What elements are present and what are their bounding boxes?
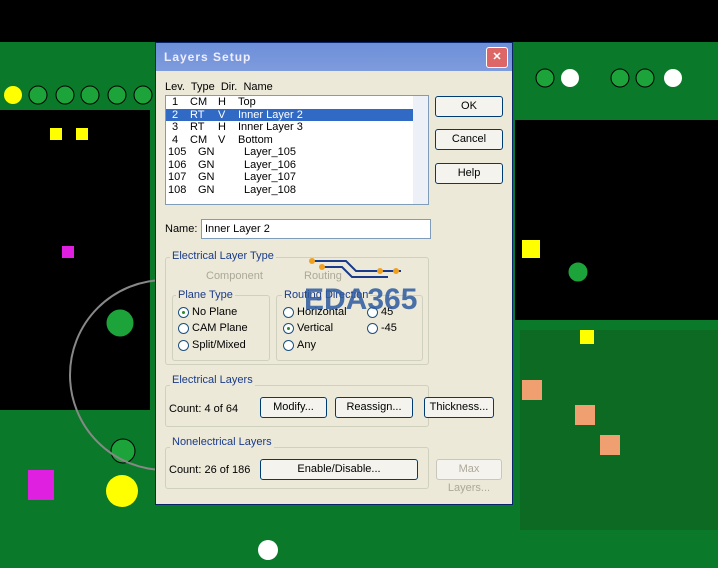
layer-row[interactable]: 108 GN Layer_108 (166, 184, 428, 197)
layer-lev: 108 (168, 183, 187, 196)
layer-name: Bottom (238, 133, 273, 146)
layer-type: GN (198, 146, 215, 158)
layer-name: Layer_105 (244, 146, 296, 158)
name-label: Name: (165, 223, 198, 235)
layer-name: Top (238, 96, 256, 108)
enable-disable-button[interactable]: Enable/Disable... (260, 459, 418, 480)
layer-row[interactable]: 3 RT H Inner Layer 3 (166, 121, 428, 134)
layer-name: Layer_106 (244, 158, 296, 171)
ok-button[interactable]: OK (435, 96, 503, 117)
layer-type: GN (198, 183, 215, 196)
nonelectrical-layers-label: Nonelectrical Layers (170, 436, 274, 448)
layer-lev: 105 (168, 146, 187, 158)
layer-row[interactable]: 4 CM V Bottom (166, 134, 428, 147)
layer-type: CM (190, 133, 208, 146)
minus-45-radio[interactable]: -45 (367, 322, 397, 334)
component-option: Component (206, 270, 263, 282)
layer-type: GN (198, 171, 215, 183)
layer-name: Layer_107 (244, 171, 296, 183)
layer-name: Inner Layer 2 (238, 108, 303, 121)
any-radio[interactable]: Any (283, 339, 316, 351)
layer-dir: H (218, 96, 226, 108)
layer-lev: 106 (168, 158, 187, 171)
layer-lev: 2 (172, 108, 179, 121)
thickness-button[interactable]: Thickness... (424, 397, 494, 418)
no-plane-radio[interactable]: No Plane (178, 306, 237, 318)
layer-type: RT (190, 121, 205, 133)
layer-type: GN (198, 158, 215, 171)
layer-row[interactable]: 107 GN Layer_107 (166, 171, 428, 184)
layer-lev: 107 (168, 171, 187, 183)
watermark-logo: EDA365 (304, 283, 418, 316)
vertical-radio[interactable]: Vertical (283, 322, 333, 334)
cancel-button[interactable]: Cancel (435, 129, 503, 150)
electrical-count: Count: 4 of 64 (169, 403, 239, 415)
electrical-layer-type-label: Electrical Layer Type (170, 250, 276, 262)
plane-type-label: Plane Type (176, 289, 235, 301)
split-mixed-radio[interactable]: Split/Mixed (178, 339, 246, 351)
layer-dir: H (218, 121, 226, 133)
electrical-layers-label: Electrical Layers (170, 374, 255, 386)
layer-dir: V (218, 133, 226, 146)
layer-row[interactable]: 106 GN Layer_106 (166, 159, 428, 172)
layer-lev: 1 (172, 96, 179, 108)
layer-name: Inner Layer 3 (238, 121, 303, 133)
layers-setup-dialog: Layers Setup ✕ Lev. Type Dir. Name 1 CM H T… (155, 42, 513, 505)
layer-row[interactable]: 1 CM H Top (166, 96, 428, 109)
dialog-title: Layers Setup (164, 50, 252, 64)
layer-lev: 3 (172, 121, 179, 133)
layer-row[interactable]: 2 RT V Inner Layer 2 (166, 108, 428, 121)
help-button[interactable]: Help (435, 163, 503, 184)
layer-name: Layer_108 (244, 183, 296, 196)
title-bar[interactable]: Layers Setup (156, 43, 512, 71)
modify-button[interactable]: Modify... (260, 397, 327, 418)
routing-illustration-icon (309, 258, 401, 278)
layer-dir: V (218, 108, 226, 121)
layer-type: CM (190, 96, 208, 108)
name-input[interactable] (201, 219, 431, 239)
list-header: Lev. Type Dir. Name (165, 81, 273, 93)
layer-type: RT (190, 108, 205, 121)
cam-plane-radio[interactable]: CAM Plane (178, 322, 248, 334)
layer-row[interactable]: 105 GN Layer_105 (166, 146, 428, 159)
reassign-button[interactable]: Reassign... (335, 397, 413, 418)
list-scrollbar[interactable] (413, 96, 428, 204)
max-layers-button: Max Layers... (436, 459, 502, 494)
layer-list[interactable]: 1 CM H Top 2 RT V Inner Layer 2 3 RT H Inner Layer … (165, 95, 429, 205)
nonelectrical-count: Count: 26 of 186 (169, 464, 251, 476)
layer-lev: 4 (172, 133, 179, 146)
close-button[interactable]: ✕ (486, 47, 508, 68)
